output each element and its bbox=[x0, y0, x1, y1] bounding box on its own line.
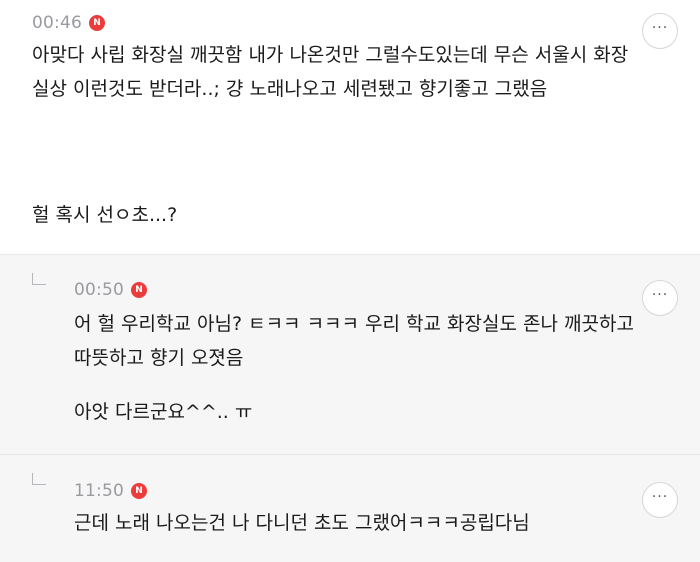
reply-meta: 00:50 N bbox=[74, 280, 147, 300]
reply-text: 근데 노래 나오는건 나 다니던 초도 그랬어ㅋㅋㅋ공립다님 bbox=[74, 512, 530, 534]
reply-meta: 11:50 N bbox=[74, 481, 147, 501]
comment-time: 00:46 bbox=[32, 13, 82, 33]
reply-time: 00:50 bbox=[74, 280, 124, 300]
reply-text-second: 아앗 다르군요^^.. ㅠ bbox=[74, 401, 253, 423]
reply-time: 11:50 bbox=[74, 481, 124, 501]
new-badge-icon: N bbox=[131, 483, 147, 499]
new-badge-icon: N bbox=[89, 15, 105, 31]
reply-item: 11:50 N ··· 근데 노래 나오는건 나 다니던 초도 그랬어ㅋㅋㅋ공립… bbox=[0, 454, 700, 562]
reply-arrow-icon bbox=[32, 473, 46, 485]
new-badge-icon: N bbox=[131, 282, 147, 298]
more-options-button[interactable]: ··· bbox=[642, 13, 678, 49]
comment-meta: 00:46 N bbox=[32, 13, 105, 33]
reply-arrow-icon bbox=[32, 273, 46, 285]
reply-item: 00:50 N ··· 어 헐 우리학교 아님? ㅌㅋㅋ ㅋㅋㅋ 우리 학교 화… bbox=[0, 254, 700, 454]
comment-item: 00:46 N ··· 아맞다 사립 화장실 깨끗함 내가 나온것만 그럴수도있… bbox=[0, 0, 700, 254]
comment-text-second: 헐 혹시 선ㅇ초...? bbox=[32, 204, 178, 226]
comment-text: 아맞다 사립 화장실 깨끗함 내가 나온것만 그럴수도있는데 무슨 서울시 화장… bbox=[32, 44, 629, 100]
reply-text: 어 헐 우리학교 아님? ㅌㅋㅋ ㅋㅋㅋ 우리 학교 화장실도 존나 깨끗하고 … bbox=[74, 313, 634, 369]
